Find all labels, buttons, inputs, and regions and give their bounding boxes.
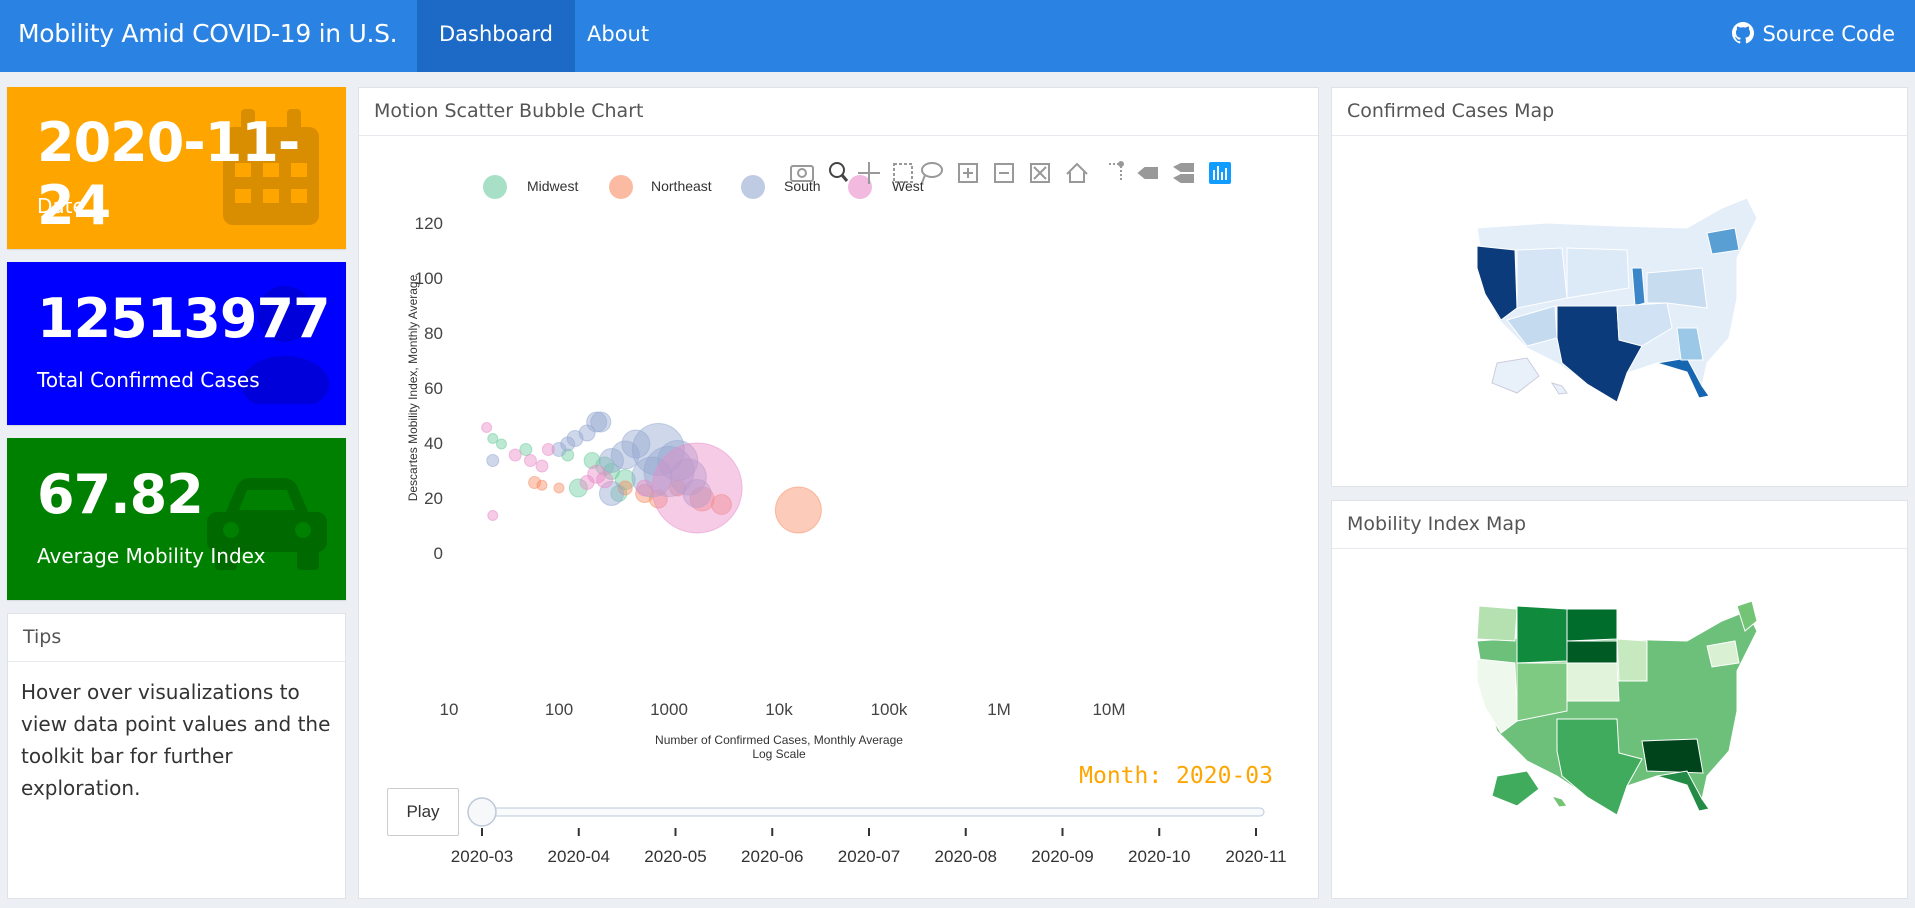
x-tick-label: 1000 [650, 700, 688, 719]
x-tick-label: 100k [871, 700, 908, 719]
x-tick-label: 1M [987, 700, 1011, 719]
data-point-west[interactable] [651, 442, 743, 534]
cases-label: Total Confirmed Cases [37, 368, 260, 392]
california-shape[interactable] [1476, 658, 1518, 734]
x-axis-sublabel: Log Scale [752, 747, 806, 761]
cases-value: 12513977 [37, 287, 331, 350]
data-point-south[interactable] [486, 454, 500, 467]
slider-tick-label[interactable]: 2020-08 [935, 847, 997, 866]
data-point-midwest[interactable] [487, 433, 499, 444]
data-point-west[interactable] [487, 510, 499, 521]
month-slider[interactable]: 2020-03 2020-04 2020-05 2020-06 2020-07 2020-… [359, 788, 1318, 898]
slider-tick-label[interactable]: 2020-05 [644, 847, 706, 866]
date-label: Date [37, 194, 85, 218]
confirmed-map-card: Confirmed Cases Map [1331, 87, 1908, 487]
data-point-west[interactable] [508, 448, 522, 462]
y-tick-label: 60 [424, 379, 443, 398]
slider-tick-label[interactable]: 2020-06 [741, 847, 803, 866]
x-tick-label: 100 [545, 700, 573, 719]
data-point-west[interactable] [541, 443, 555, 456]
tips-title: Tips [8, 614, 345, 662]
data-point-midwest[interactable] [519, 443, 533, 456]
alaska-shape[interactable] [1491, 770, 1540, 807]
slider-tick-label[interactable]: 2020-11 [1225, 847, 1286, 866]
date-value: 2020-11-24 [37, 111, 300, 237]
source-code-label: Source Code [1762, 22, 1895, 46]
data-point-west[interactable] [523, 454, 537, 467]
data-point-west[interactable] [636, 479, 654, 497]
data-point-west[interactable] [481, 422, 493, 433]
slider-tick-label[interactable]: 2020-07 [838, 847, 900, 866]
x-axis-label: Number of Confirmed Cases, Monthly Avera… [655, 733, 903, 747]
mobility-map-card: Mobility Index Map [1331, 500, 1908, 899]
github-icon [1732, 22, 1755, 44]
alaska-shape[interactable] [1491, 357, 1540, 394]
y-tick-label: 20 [424, 489, 443, 508]
slider-handle[interactable] [467, 797, 497, 827]
slider-tick-label[interactable]: 2020-03 [451, 847, 513, 866]
slider-tick-label[interactable]: 2020-09 [1031, 847, 1093, 866]
navbar: Mobility Amid COVID-19 in U.S. Dashboard… [0, 0, 1915, 72]
data-point-south[interactable] [590, 411, 612, 433]
x-tick-label: 10k [765, 700, 793, 719]
tips-card: Tips Hover over visualizations to view d… [7, 613, 346, 899]
california-shape[interactable] [1476, 245, 1518, 321]
y-tick-label: 120 [415, 214, 443, 233]
mobility-value-box: 67.82 Average Mobility Index [7, 438, 346, 600]
hawaii-shape[interactable] [1550, 382, 1568, 395]
hawaii-shape[interactable] [1550, 795, 1568, 808]
data-point-west[interactable] [596, 471, 614, 489]
y-axis-label: Descartes Mobility Index, Monthly Averag… [406, 274, 420, 501]
x-tick-label: 10M [1092, 700, 1125, 719]
data-point-west[interactable] [535, 459, 549, 473]
mobility-label: Average Mobility Index [37, 544, 266, 568]
data-point-midwest[interactable] [495, 438, 507, 450]
tab-dashboard[interactable]: Dashboard [417, 0, 575, 72]
app-title[interactable]: Mobility Amid COVID-19 in U.S. [18, 0, 398, 68]
y-tick-label: 40 [424, 434, 443, 453]
tips-text: Hover over visualizations to view data p… [21, 680, 331, 800]
month-label: Month: 2020-03 [1079, 763, 1273, 789]
new-york-shape[interactable] [1706, 227, 1740, 255]
mobility-map-title: Mobility Index Map [1332, 501, 1907, 549]
mobility-index-map[interactable] [1467, 601, 1767, 821]
slider-rail[interactable] [473, 807, 1265, 817]
slider-tick-label[interactable]: 2020-10 [1128, 847, 1190, 866]
data-point-northeast[interactable] [774, 486, 822, 534]
y-tick-label: 0 [434, 544, 443, 563]
data-point-northeast[interactable] [536, 479, 548, 491]
confirmed-map-title: Confirmed Cases Map [1332, 88, 1907, 136]
confirmed-cases-map[interactable] [1467, 188, 1767, 408]
cases-value-box: 12513977 Total Confirmed Cases [7, 262, 346, 425]
scatter-card: Motion Scatter Bubble Chart Midwest Nort… [358, 87, 1319, 899]
source-code-link[interactable]: Source Code [1732, 0, 1895, 68]
slider-tick-label[interactable]: 2020-04 [548, 847, 610, 866]
data-point-south[interactable] [560, 436, 576, 452]
data-point-northeast[interactable] [553, 482, 565, 494]
new-york-shape[interactable] [1706, 640, 1740, 668]
tab-about[interactable]: About [565, 0, 671, 72]
date-value-box: 2020-11-24 Date [7, 87, 346, 249]
mobility-value: 67.82 [37, 463, 204, 526]
y-tick-label: 80 [424, 324, 443, 343]
x-tick-label: 10 [440, 700, 459, 719]
